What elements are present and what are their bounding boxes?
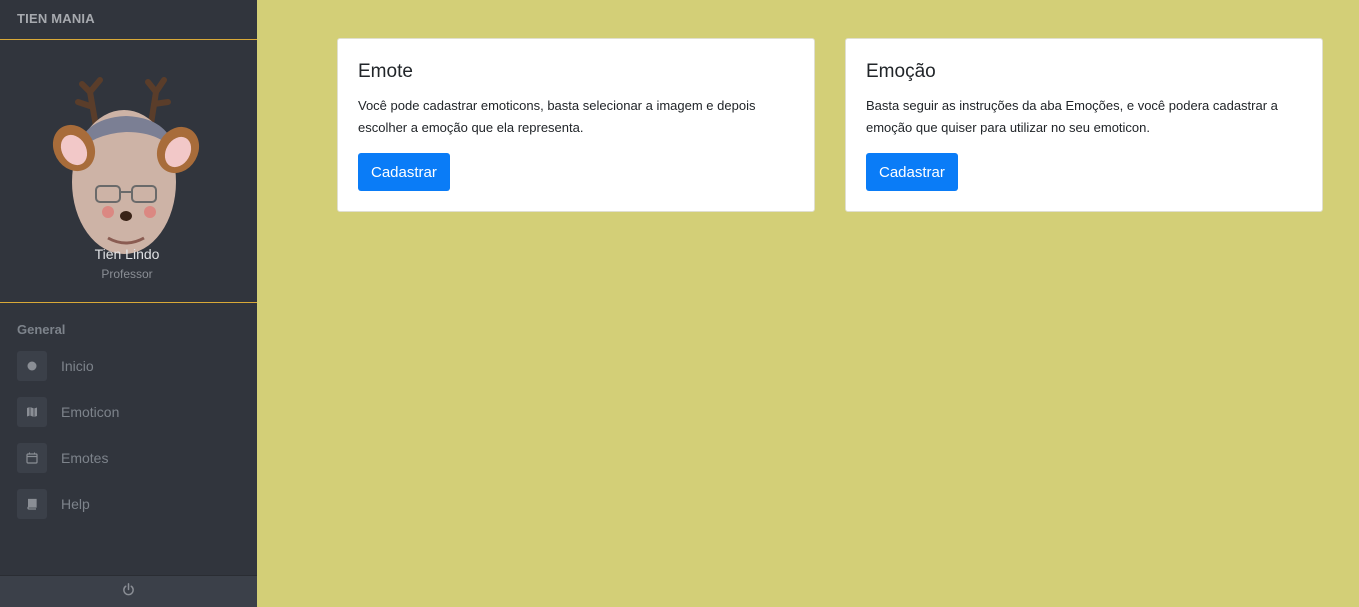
book-icon: [17, 489, 47, 519]
sidebar-item-label: Emoticon: [61, 404, 120, 420]
power-icon: [122, 582, 135, 601]
card-text: Você pode cadastrar emoticons, basta sel…: [358, 98, 756, 135]
card-title: Emoção: [866, 61, 936, 82]
card-title: Emote: [358, 61, 413, 82]
card-text: Basta seguir as instruções da aba Emoçõe…: [866, 98, 1278, 135]
cadastrar-emote-button[interactable]: Cadastrar: [358, 153, 450, 191]
card-emocao: Emoção Basta seguir as instruções da aba…: [845, 38, 1323, 212]
profile-panel: Tien Lindo Professor: [0, 40, 257, 303]
calendar-icon: [17, 443, 47, 473]
avatar: [52, 77, 200, 254]
brand-title[interactable]: TIEN MANIA: [0, 0, 257, 40]
cadastrar-emocao-button[interactable]: Cadastrar: [866, 153, 958, 191]
sidebar-item-label: Inicio: [61, 358, 94, 374]
logout-button[interactable]: [0, 575, 257, 607]
map-icon: [17, 397, 47, 427]
user-role: Professor: [101, 267, 153, 281]
sidebar-item-label: Help: [61, 496, 90, 512]
card-emote: Emote Você pode cadastrar emoticons, bas…: [337, 38, 815, 212]
sidebar-item-emotes[interactable]: Emotes: [17, 443, 247, 473]
circle-icon: [17, 351, 47, 381]
user-name: Tien Lindo: [94, 246, 160, 262]
sidebar-item-inicio[interactable]: Inicio: [17, 351, 247, 381]
sidebar-item-help[interactable]: Help: [17, 489, 247, 519]
sidebar-item-label: Emotes: [61, 450, 109, 466]
section-title-general: General: [17, 322, 66, 337]
sidebar-item-emoticon[interactable]: Emoticon: [17, 397, 247, 427]
sidebar: TIEN MANIA Tien Lindo Professor General …: [0, 0, 257, 607]
